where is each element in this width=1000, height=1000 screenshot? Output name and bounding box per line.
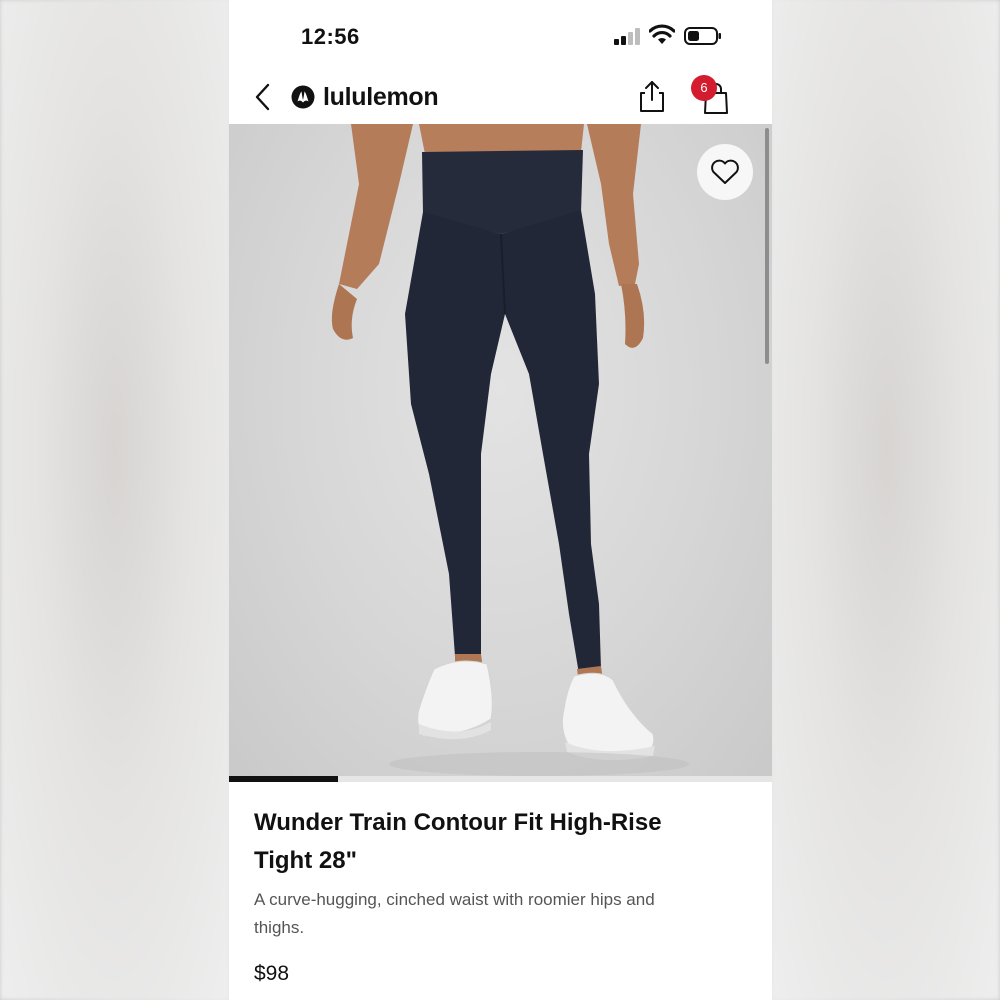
product-photo-leggings: [331, 124, 689, 776]
heart-icon: [711, 159, 739, 184]
background-left: [0, 0, 229, 1000]
product-price: $98: [254, 962, 290, 985]
cellular-signal-icon: [614, 27, 644, 45]
product-image[interactable]: [229, 124, 772, 782]
lululemon-logo-icon: [291, 85, 315, 109]
share-icon[interactable]: [637, 78, 667, 114]
battery-icon: [684, 27, 721, 45]
scrollbar-thumb[interactable]: [765, 128, 769, 364]
image-carousel-indicator: [229, 776, 772, 782]
product-description: A curve-hugging, cinched waist with room…: [254, 890, 655, 937]
brand-logo[interactable]: lululemon: [291, 82, 439, 112]
carousel-progress-bar: [229, 776, 338, 782]
app-header: lululemon 6: [229, 72, 772, 124]
back-chevron-icon[interactable]: [251, 82, 275, 112]
product-title: Wunder Train Contour Fit High-Rise Tight…: [254, 809, 662, 874]
wifi-icon: [649, 24, 675, 44]
phone-screen: 12:56 lululemon 6 Wunder Train Contour F…: [229, 0, 772, 1000]
cart-count-badge: 6: [691, 75, 717, 101]
favorite-button[interactable]: [697, 144, 753, 200]
status-time: 12:56: [301, 24, 360, 49]
brand-name: lululemon: [323, 82, 439, 111]
background-right: [772, 0, 1000, 1000]
status-bar: 12:56: [229, 0, 772, 72]
